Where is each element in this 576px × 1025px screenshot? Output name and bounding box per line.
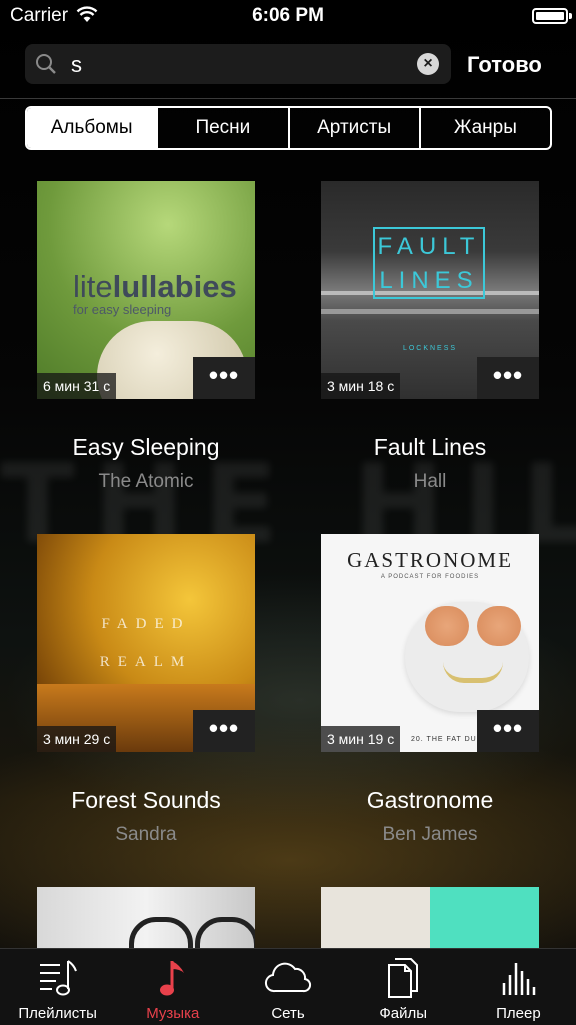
header-divider bbox=[0, 98, 576, 99]
cover-subtitle: for easy sleeping bbox=[73, 302, 172, 317]
tab-label: Плеер bbox=[496, 1005, 541, 1022]
cover-title-line2: REALM bbox=[99, 654, 193, 670]
category-segmented-control: Альбомы Песни Артисты Жанры bbox=[25, 106, 552, 150]
cover-title-line2: LINES bbox=[379, 267, 479, 294]
album-title: Fault Lines bbox=[373, 434, 487, 460]
done-button[interactable]: Готово bbox=[467, 52, 542, 78]
more-options-button[interactable]: ••• bbox=[477, 357, 539, 399]
album-title: Easy Sleeping bbox=[72, 434, 220, 460]
cover-glasses-left bbox=[129, 917, 193, 948]
cover-fence-rail bbox=[321, 309, 539, 314]
tab-label: Музыка bbox=[146, 1005, 200, 1022]
equalizer-icon bbox=[461, 957, 576, 999]
cover-color-block bbox=[430, 887, 539, 948]
cover-title-bold: lullabies bbox=[112, 269, 237, 304]
cloud-icon bbox=[230, 957, 345, 999]
album-title: Forest Sounds bbox=[71, 787, 221, 813]
album-artist: Ben James bbox=[382, 824, 478, 845]
album-cover[interactable]: litelullabies for easy sleeping 6 мин 31… bbox=[37, 181, 255, 399]
tab-player[interactable]: Плеер bbox=[461, 949, 576, 1025]
search-bar[interactable]: × bbox=[25, 44, 451, 84]
album-cover[interactable]: GASTRONOME A PODCAST FOR FOODIES 20. THE… bbox=[321, 534, 539, 752]
cover-title: litelullabies bbox=[73, 269, 237, 305]
playlist-icon bbox=[0, 957, 115, 999]
segment-genres[interactable]: Жанры bbox=[418, 108, 550, 148]
album-artist: Sandra bbox=[115, 824, 177, 845]
more-options-button[interactable]: ••• bbox=[193, 357, 255, 399]
segment-artists[interactable]: Артисты bbox=[287, 108, 419, 148]
cover-title: GASTRONOME bbox=[347, 548, 513, 572]
cover-glasses-right bbox=[195, 917, 255, 948]
tab-label: Плейлисты bbox=[18, 1005, 97, 1022]
tab-files[interactable]: Файлы bbox=[346, 949, 461, 1025]
duration-badge: 3 мин 19 с bbox=[321, 726, 401, 752]
more-options-button[interactable]: ••• bbox=[477, 710, 539, 752]
status-bar: Carrier 6:06 PM bbox=[0, 0, 576, 32]
segment-albums[interactable]: Альбомы bbox=[27, 108, 157, 148]
album-title: Gastronome bbox=[366, 787, 494, 813]
album-artist: The Atomic bbox=[98, 471, 194, 492]
tab-network[interactable]: Сеть bbox=[230, 949, 345, 1025]
search-input[interactable] bbox=[69, 48, 403, 82]
duration-badge: 3 мин 29 с bbox=[37, 726, 117, 752]
cover-subtitle: A PODCAST FOR FOODIES bbox=[380, 574, 480, 580]
cover-label: LOCKNESS bbox=[402, 345, 458, 352]
cover-title-line1: FAULT bbox=[377, 233, 481, 260]
music-note-icon bbox=[115, 957, 230, 999]
cover-food-right bbox=[477, 606, 521, 646]
more-options-button[interactable]: ••• bbox=[193, 710, 255, 752]
tab-music[interactable]: Музыка bbox=[115, 949, 230, 1025]
clock: 6:06 PM bbox=[252, 5, 324, 26]
files-icon bbox=[346, 957, 461, 999]
tab-playlists[interactable]: Плейлисты bbox=[0, 949, 115, 1025]
cover-food-left bbox=[425, 606, 469, 646]
album-cover[interactable]: FAULT LINES LOCKNESS 3 мин 18 с ••• bbox=[321, 181, 539, 399]
duration-badge: 6 мин 31 с bbox=[37, 373, 117, 399]
segment-songs[interactable]: Песни bbox=[156, 108, 287, 148]
search-icon bbox=[35, 53, 57, 80]
cover-title-light: lite bbox=[73, 269, 113, 304]
tab-label: Файлы bbox=[379, 1005, 428, 1022]
album-card-partial-right[interactable] bbox=[321, 887, 539, 948]
clear-search-icon[interactable]: × bbox=[417, 53, 439, 75]
cover-title-line1: FADED bbox=[101, 616, 191, 632]
tab-label: Сеть bbox=[271, 1005, 305, 1022]
tab-bar: Плейлисты Музыка Сеть Файлы Плеер bbox=[0, 948, 576, 1025]
album-card-partial-left[interactable] bbox=[37, 887, 255, 948]
album-cover[interactable]: FADED REALM 3 мин 29 с ••• bbox=[37, 534, 255, 752]
duration-badge: 3 мин 18 с bbox=[321, 373, 401, 399]
album-artist: Hall bbox=[413, 471, 447, 492]
battery-icon bbox=[532, 8, 572, 24]
